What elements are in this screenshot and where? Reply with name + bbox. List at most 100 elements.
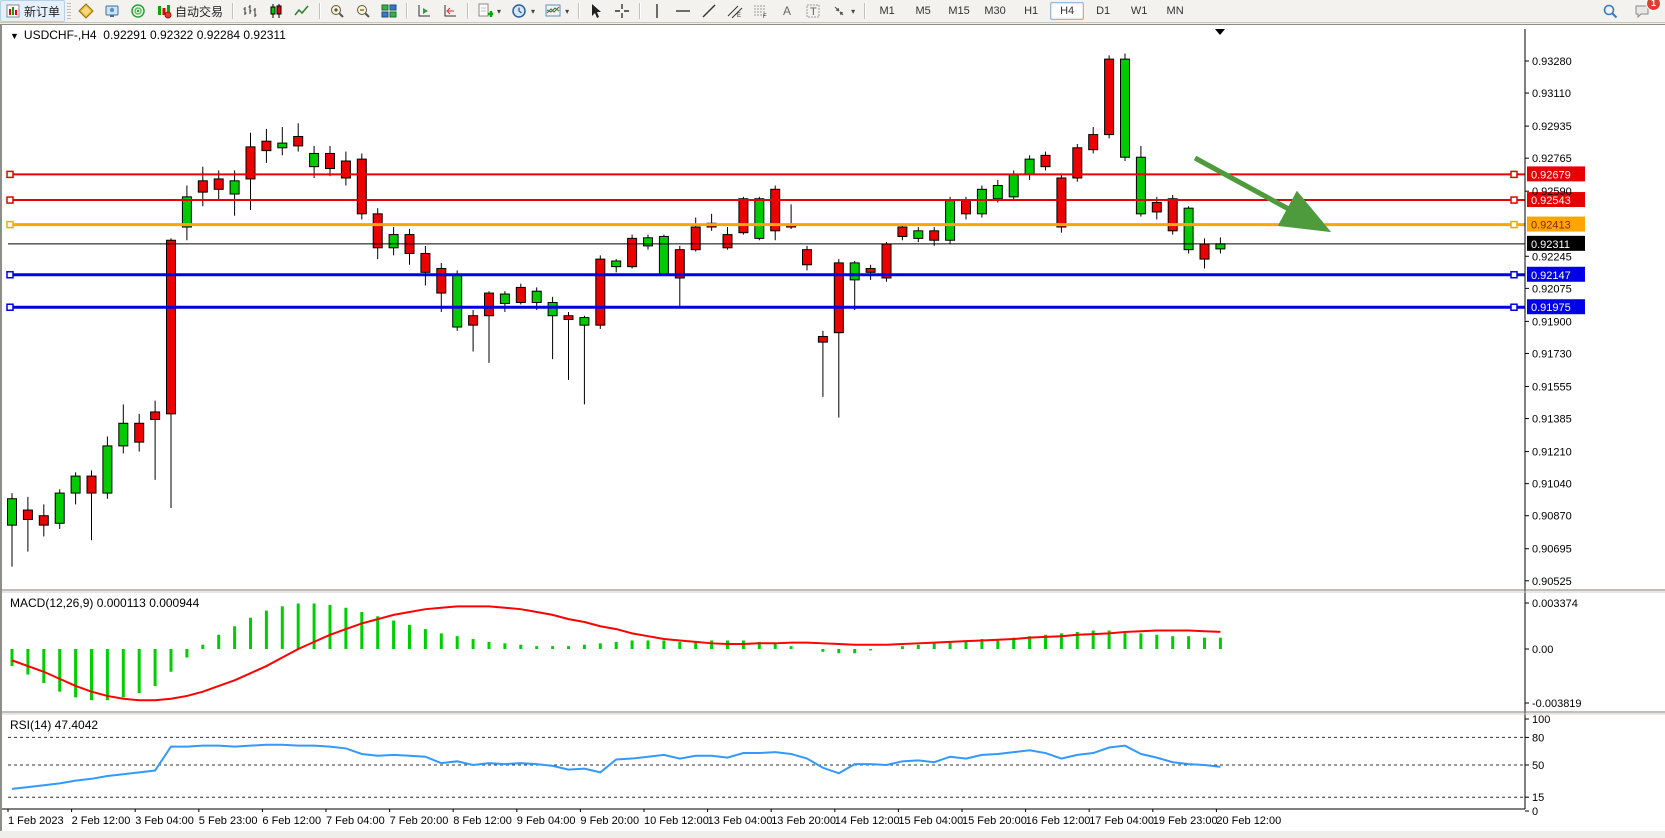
indicators-button[interactable]: ▾: [472, 0, 506, 22]
autotrading-icon: [156, 3, 172, 19]
svg-text:15: 15: [1532, 792, 1544, 804]
svg-text:0.91900: 0.91900: [1532, 316, 1572, 328]
cursor-button[interactable]: [583, 0, 609, 22]
svg-text:0.91210: 0.91210: [1532, 447, 1572, 459]
svg-text:F: F: [763, 14, 767, 19]
template-button[interactable]: ▾: [540, 0, 574, 22]
svg-text:0.92590: 0.92590: [1532, 186, 1572, 198]
trend-arrow[interactable]: [1195, 158, 1318, 225]
timeframe-MN[interactable]: MN: [1158, 2, 1192, 20]
tile-windows-button[interactable]: [376, 0, 402, 22]
trendline-icon: [701, 3, 717, 19]
new-order-label: 新订单: [24, 3, 60, 20]
autotrading-button[interactable]: 自动交易: [151, 0, 228, 22]
candlestick-button[interactable]: [263, 0, 289, 22]
svg-text:0.92311: 0.92311: [1531, 239, 1570, 251]
svg-text:15 Feb 04:00: 15 Feb 04:00: [898, 815, 963, 827]
zoom-out-icon: [355, 3, 371, 19]
search-icon: [1602, 3, 1618, 19]
chevron-down-icon: ▾: [565, 7, 569, 16]
toolbar-separator: [639, 3, 640, 19]
cursor-icon: [588, 3, 604, 19]
text-button[interactable]: A: [774, 0, 800, 22]
zoom-out-button[interactable]: [350, 0, 376, 22]
svg-text:0.92245: 0.92245: [1532, 251, 1572, 263]
channel-button[interactable]: E: [722, 0, 748, 22]
svg-text:8 Feb 12:00: 8 Feb 12:00: [453, 815, 512, 827]
notifications-button[interactable]: 1: [1629, 0, 1655, 22]
toolbar-separator: [864, 3, 865, 19]
bar-chart-button[interactable]: [237, 0, 263, 22]
trendline-button[interactable]: [696, 0, 722, 22]
svg-text:100: 100: [1532, 714, 1550, 726]
mt4-application: { "toolbar": { "new_order_label": "新订单",…: [0, 0, 1665, 838]
search-button[interactable]: [1597, 0, 1623, 22]
svg-text:0: 0: [1532, 806, 1538, 818]
gold-diamond-icon: [78, 3, 94, 19]
svg-text:5 Feb 23:00: 5 Feb 23:00: [199, 815, 258, 827]
svg-text:19 Feb 23:00: 19 Feb 23:00: [1153, 815, 1218, 827]
macd-panel: 0.0033740.00-0.003819: [12, 598, 1582, 710]
svg-text:10 Feb 12:00: 10 Feb 12:00: [644, 815, 709, 827]
new-order-icon: [5, 3, 21, 19]
horizontal-lines-layer[interactable]: 0.926790.925430.924130.923110.921470.919…: [7, 166, 1585, 314]
tile-windows-icon: [381, 3, 397, 19]
chart-window: ▼USDCHF-,H4 0.92291 0.92322 0.92284 0.92…: [0, 24, 1665, 831]
fibonacci-button[interactable]: F: [748, 0, 774, 22]
chart-shift-button[interactable]: [437, 0, 463, 22]
svg-text:-0.003819: -0.003819: [1532, 698, 1582, 710]
channel-icon: E: [727, 3, 743, 19]
template-icon: [545, 3, 561, 19]
svg-text:6 Feb 12:00: 6 Feb 12:00: [262, 815, 321, 827]
auto-scroll-button[interactable]: [411, 0, 437, 22]
svg-text:13 Feb 20:00: 13 Feb 20:00: [771, 815, 836, 827]
main-toolbar: 新订单 自动交易 ▾ ▾ ▾ E F A T ▾ M1M5M15M30H1H4D…: [0, 0, 1665, 23]
chevron-down-icon: ▾: [851, 7, 855, 16]
svg-text:50: 50: [1532, 760, 1544, 772]
gold-diamond-button[interactable]: [73, 0, 99, 22]
svg-text:9 Feb 04:00: 9 Feb 04:00: [517, 815, 576, 827]
svg-text:0.92147: 0.92147: [1531, 270, 1571, 282]
annotations-layer[interactable]: [1195, 29, 1318, 225]
line-chart-button[interactable]: [289, 0, 315, 22]
chart-canvas[interactable]: 0.926790.925430.924130.923110.921470.919…: [2, 25, 1665, 831]
horizontal-line-button[interactable]: [670, 0, 696, 22]
svg-text:0.92679: 0.92679: [1531, 169, 1571, 181]
svg-text:E: E: [737, 13, 741, 19]
new-order-button[interactable]: 新订单: [0, 0, 65, 22]
zoom-in-button[interactable]: [324, 0, 350, 22]
timeframe-W1[interactable]: W1: [1122, 2, 1156, 20]
rsi-panel: 1008050150: [8, 714, 1550, 818]
timeframe-H1[interactable]: H1: [1014, 2, 1048, 20]
toolbar-separator: [319, 3, 320, 19]
label-button[interactable]: T: [800, 0, 826, 22]
vertical-line-icon: [649, 3, 665, 19]
sonar-button[interactable]: [125, 0, 151, 22]
price-shift-marker: [1215, 29, 1225, 35]
autotrading-label: 自动交易: [175, 3, 223, 20]
timeframe-D1[interactable]: D1: [1086, 2, 1120, 20]
sonar-icon: [130, 3, 146, 19]
crosshair-icon: [614, 3, 630, 19]
periods-button[interactable]: ▾: [506, 0, 540, 22]
timeframe-M1[interactable]: M1: [870, 2, 904, 20]
svg-text:0.92413: 0.92413: [1531, 220, 1571, 232]
timeframe-M15[interactable]: M15: [942, 2, 976, 20]
crosshair-button[interactable]: [609, 0, 635, 22]
timeframe-M30[interactable]: M30: [978, 2, 1012, 20]
svg-text:A: A: [783, 4, 791, 18]
notification-badge: 1: [1646, 0, 1661, 11]
fibonacci-icon: F: [753, 3, 769, 19]
terminal-icon: [104, 3, 120, 19]
timeframe-M5[interactable]: M5: [906, 2, 940, 20]
vertical-line-button[interactable]: [644, 0, 670, 22]
horizontal-line-icon: [675, 3, 691, 19]
svg-text:0.93110: 0.93110: [1532, 88, 1571, 100]
svg-text:3 Feb 04:00: 3 Feb 04:00: [135, 815, 194, 827]
timeframe-H4[interactable]: H4: [1050, 2, 1084, 20]
svg-text:7 Feb 04:00: 7 Feb 04:00: [326, 815, 385, 827]
terminal-button[interactable]: [99, 0, 125, 22]
svg-text:17 Feb 04:00: 17 Feb 04:00: [1089, 815, 1154, 827]
periods-icon: [511, 3, 527, 19]
arrows-button[interactable]: ▾: [826, 0, 860, 22]
